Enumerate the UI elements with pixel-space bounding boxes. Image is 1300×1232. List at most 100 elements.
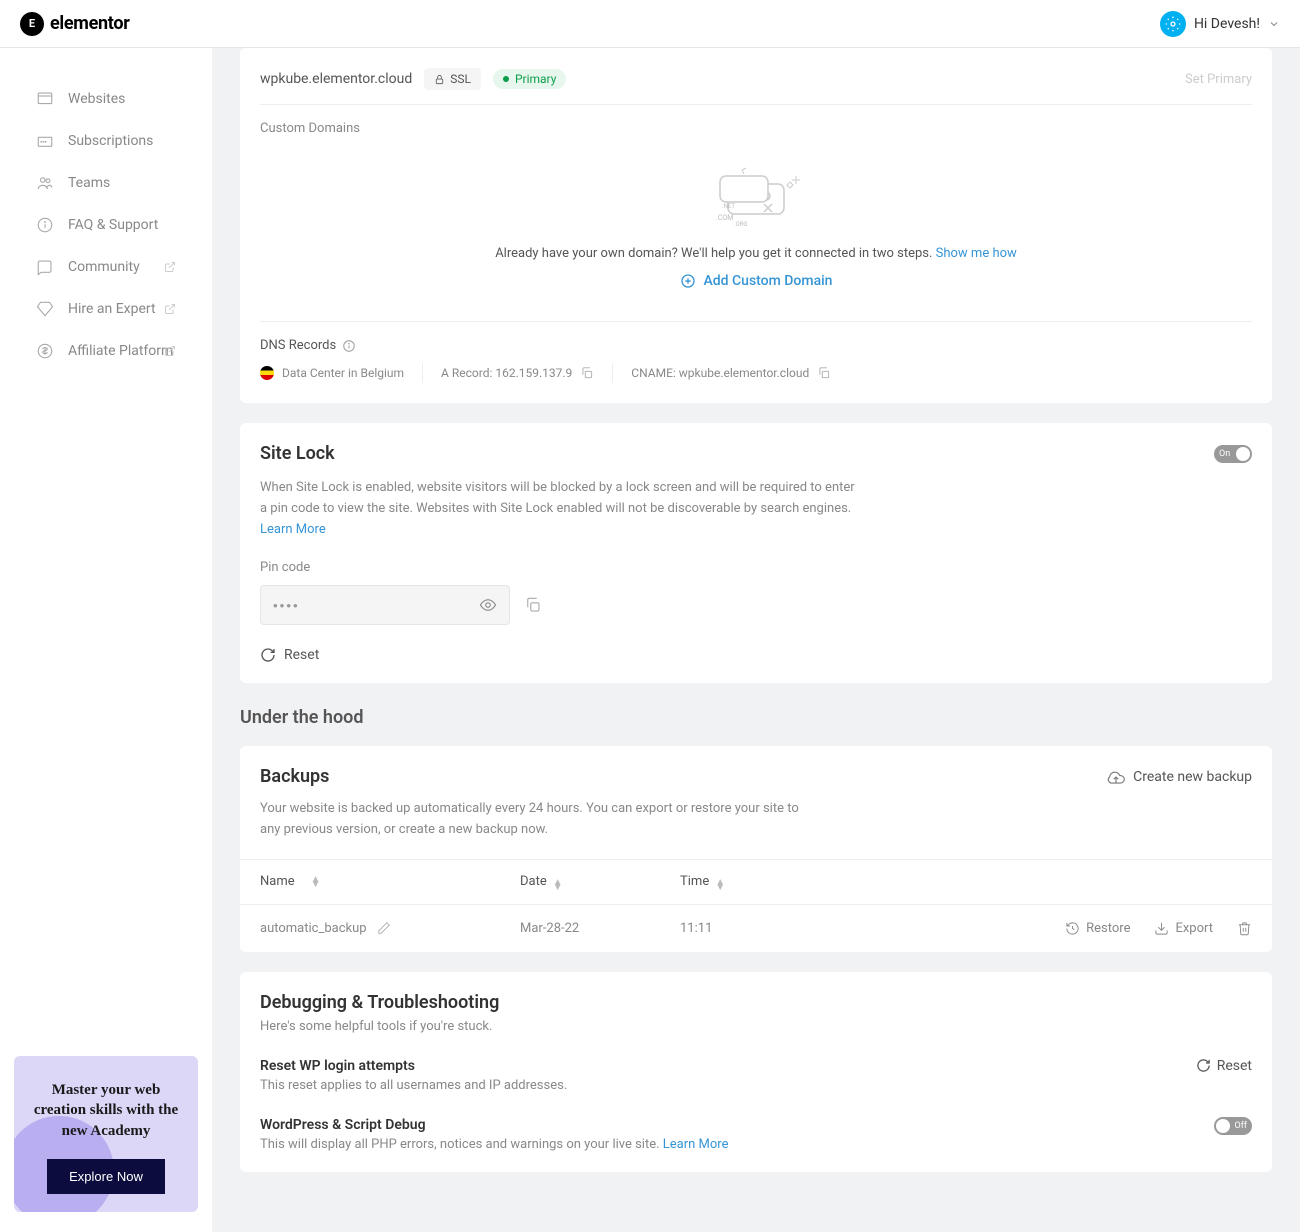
dns-records-header: DNS Records — [260, 338, 1252, 353]
col-header-time[interactable]: Time▲▼ — [680, 874, 800, 890]
sidebar: Websites Subscriptions Teams FAQ & Suppo… — [0, 48, 212, 1232]
sidebar-item-label: Subscriptions — [68, 133, 153, 149]
external-link-icon — [164, 345, 176, 357]
brand-logo[interactable]: E elementor — [20, 12, 130, 36]
subscriptions-icon — [36, 132, 54, 150]
sitelock-description: When Site Lock is enabled, website visit… — [260, 478, 860, 540]
domain-help-text: Already have your own domain? We'll help… — [495, 246, 1017, 261]
eye-icon[interactable] — [479, 596, 497, 614]
sidebar-item-label: Websites — [68, 91, 125, 107]
explore-now-button[interactable]: Explore Now — [47, 1159, 165, 1194]
copy-icon[interactable] — [524, 596, 542, 614]
primary-badge: Primary — [493, 69, 566, 89]
pin-code-input[interactable] — [273, 598, 479, 613]
backup-row: automatic_backup Mar-28-22 11:11 Restore… — [240, 905, 1272, 952]
belgium-flag-icon — [260, 366, 274, 380]
brand-name: elementor — [50, 13, 130, 34]
refresh-icon — [1196, 1058, 1211, 1073]
sort-icon: ▲▼ — [311, 877, 321, 887]
copy-icon[interactable] — [580, 366, 594, 380]
custom-domains-label: Custom Domains — [260, 121, 1252, 136]
sidebar-item-affiliate[interactable]: Affiliate Platform — [0, 330, 212, 372]
backups-description: Your website is backed up automatically … — [260, 799, 800, 841]
delete-button[interactable] — [1237, 921, 1252, 936]
domain-illustration: .COM .ORG .NET Already have your own dom… — [260, 152, 1252, 303]
sitelock-title: Site Lock — [260, 443, 335, 464]
debug-card: Debugging & Troubleshooting Here's some … — [240, 972, 1272, 1172]
reset-pin-button[interactable]: Reset — [260, 647, 1252, 663]
debug-subtitle: Here's some helpful tools if you're stuc… — [260, 1019, 1252, 1034]
reset-wp-button[interactable]: Reset — [1196, 1058, 1252, 1074]
lock-icon — [434, 74, 445, 85]
backup-date: Mar-28-22 — [520, 921, 680, 936]
svg-text:.ORG: .ORG — [734, 221, 748, 228]
restore-button[interactable]: Restore — [1065, 921, 1130, 936]
sidebar-item-label: Teams — [68, 175, 110, 191]
restore-icon — [1065, 921, 1080, 936]
sort-icon: ▲▼ — [553, 880, 563, 890]
sort-icon: ▲▼ — [715, 880, 725, 890]
external-link-icon — [164, 303, 176, 315]
col-header-date[interactable]: Date▲▼ — [520, 874, 680, 890]
sidebar-item-expert[interactable]: Hire an Expert — [0, 288, 212, 330]
sidebar-item-label: FAQ & Support — [68, 217, 158, 233]
trash-icon — [1237, 921, 1252, 936]
academy-promo: Master your web creation skills with the… — [14, 1056, 198, 1212]
sidebar-item-faq[interactable]: FAQ & Support — [0, 204, 212, 246]
teams-icon — [36, 174, 54, 192]
pin-input-wrapper — [260, 585, 510, 625]
backup-time: 11:11 — [680, 921, 800, 936]
external-link-icon — [164, 261, 176, 273]
svg-text:.COM: .COM — [716, 214, 733, 222]
create-backup-button[interactable]: Create new backup — [1107, 768, 1252, 786]
websites-icon — [36, 90, 54, 108]
svg-text:.NET: .NET — [722, 203, 735, 210]
pin-code-label: Pin code — [260, 560, 1252, 575]
user-menu[interactable]: Hi Devesh! — [1160, 11, 1280, 37]
sidebar-item-websites[interactable]: Websites — [0, 78, 212, 120]
datacenter-info: Data Center in Belgium — [260, 366, 404, 380]
debug-title: Debugging & Troubleshooting — [260, 992, 1252, 1013]
script-debug-toggle[interactable]: Off — [1214, 1117, 1252, 1135]
avatar — [1160, 11, 1186, 37]
reset-wp-title: Reset WP login attempts — [260, 1058, 567, 1074]
edit-icon[interactable] — [377, 921, 391, 935]
backups-title: Backups — [260, 766, 329, 787]
cname-record: CNAME: wpkube.elementor.cloud — [631, 366, 831, 380]
ssl-badge: SSL — [424, 68, 481, 90]
user-greeting: Hi Devesh! — [1194, 16, 1260, 32]
domain-name: wpkube.elementor.cloud — [260, 71, 412, 87]
plus-circle-icon — [680, 273, 696, 289]
reset-wp-desc: This reset applies to all usernames and … — [260, 1078, 567, 1093]
script-debug-title: WordPress & Script Debug — [260, 1117, 728, 1133]
script-debug-desc: This will display all PHP errors, notice… — [260, 1137, 728, 1152]
sidebar-item-teams[interactable]: Teams — [0, 162, 212, 204]
show-me-how-link[interactable]: Show me how — [936, 246, 1017, 261]
info-icon — [36, 216, 54, 234]
cloud-upload-icon — [1107, 768, 1125, 786]
logo-icon: E — [20, 12, 44, 36]
sidebar-item-subscriptions[interactable]: Subscriptions — [0, 120, 212, 162]
learn-more-link[interactable]: Learn More — [260, 522, 326, 537]
sidebar-item-label: Affiliate Platform — [68, 343, 173, 359]
add-custom-domain-button[interactable]: Add Custom Domain — [680, 273, 833, 289]
col-header-name[interactable]: Name▲▼ — [260, 874, 520, 890]
sitelock-toggle[interactable]: On — [1214, 445, 1252, 463]
refresh-icon — [260, 647, 276, 663]
sidebar-item-label: Hire an Expert — [68, 301, 156, 317]
domains-card: wpkube.elementor.cloud SSL Primary Set P… — [240, 48, 1272, 403]
dollar-icon — [36, 342, 54, 360]
learn-more-link[interactable]: Learn More — [663, 1137, 729, 1152]
diamond-icon — [36, 300, 54, 318]
info-icon[interactable] — [342, 339, 356, 353]
backup-name: automatic_backup — [260, 921, 367, 936]
community-icon — [36, 258, 54, 276]
backups-card: Backups Create new backup Your website i… — [240, 746, 1272, 952]
export-button[interactable]: Export — [1154, 921, 1213, 936]
download-icon — [1154, 921, 1169, 936]
sitelock-card: Site Lock On When Site Lock is enabled, … — [240, 423, 1272, 683]
sidebar-item-community[interactable]: Community — [0, 246, 212, 288]
promo-title: Master your web creation skills with the… — [30, 1080, 182, 1141]
copy-icon[interactable] — [817, 366, 831, 380]
chevron-down-icon — [1268, 18, 1280, 30]
